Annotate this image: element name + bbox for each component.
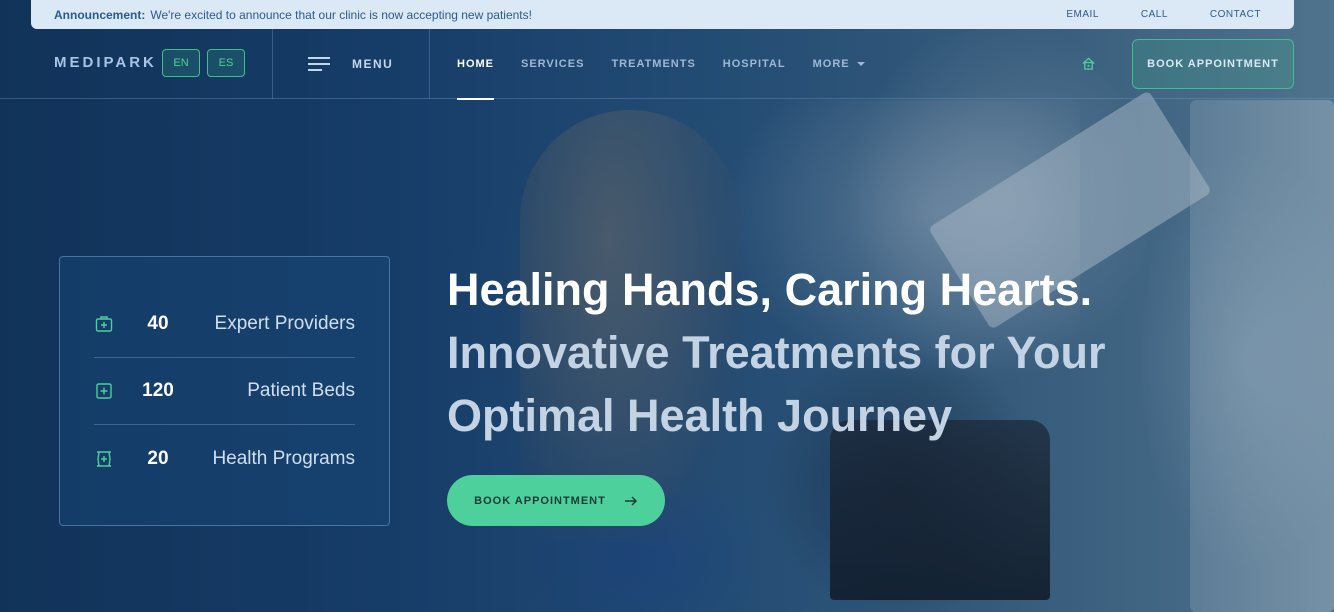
email-link[interactable]: EMAIL (1066, 9, 1099, 20)
announcement-text: We're excited to announce that our clini… (150, 7, 532, 22)
contact-link[interactable]: CONTACT (1210, 9, 1261, 20)
stat-value: 120 (142, 380, 174, 401)
nav-item-more[interactable]: MORE (813, 29, 865, 99)
nav-item-label: MORE (812, 58, 850, 70)
announcement-links: EMAIL CALL CONTACT (1034, 9, 1271, 20)
main-nav: HOME SERVICES TREATMENTS HOSPITAL MORE (457, 29, 892, 100)
header-divider (272, 29, 273, 99)
nav-item-label: HOME (457, 58, 494, 70)
call-link[interactable]: CALL (1141, 9, 1168, 20)
stats-card: 40 Expert Providers 120 Patient Beds 20 … (59, 256, 390, 526)
stat-label: Health Programs (212, 447, 355, 469)
book-appointment-header-button[interactable]: BOOK APPOINTMENT (1132, 39, 1294, 89)
language-es-button[interactable]: ES (207, 49, 245, 77)
stat-value: 20 (147, 447, 169, 469)
nav-item-label: SERVICES (521, 58, 585, 70)
stat-value: 40 (147, 313, 169, 334)
home-icon[interactable] (1082, 57, 1095, 70)
stat-label: Expert Providers (214, 313, 355, 334)
chevron-down-icon (856, 62, 865, 66)
stat-row: 40 Expert Providers (94, 291, 355, 358)
pharmacy-icon (97, 450, 111, 467)
book-appointment-hero-button[interactable]: BOOK APPOINTMENT (447, 475, 665, 526)
stat-row: 120 Patient Beds (94, 358, 355, 425)
hero-heading: Healing Hands, Caring Hearts. Innovative… (447, 258, 1247, 447)
hero-title: Healing Hands, Caring Hearts. (447, 264, 1093, 315)
menu-label: MENU (352, 57, 394, 71)
stat-row: 20 Health Programs (94, 425, 355, 492)
nav-item-label: HOSPITAL (722, 58, 786, 70)
hero-subtitle-line-1: Innovative Treatments for Your (447, 327, 1106, 378)
header-divider (429, 29, 430, 99)
hero-subtitle-line-2: Optimal Health Journey (447, 390, 953, 441)
nav-item-hospital[interactable]: HOSPITAL (723, 29, 786, 99)
nav-item-treatments[interactable]: TREATMENTS (611, 29, 695, 99)
site-header: MEDIPARK EN ES MENU HOME SERVICES TREATM… (0, 29, 1334, 100)
plus-square-icon (96, 383, 112, 399)
language-en-button[interactable]: EN (162, 49, 200, 77)
nav-item-services[interactable]: SERVICES (521, 29, 584, 99)
hero-cta-label: BOOK APPOINTMENT (474, 494, 606, 507)
announcement-bar: Announcement: We're excited to announce … (31, 0, 1294, 29)
medical-kit-icon (95, 316, 113, 332)
nav-item-label: TREATMENTS (611, 58, 696, 70)
nav-item-home[interactable]: HOME (457, 29, 494, 100)
announcement-label: Announcement: (54, 7, 146, 22)
site-logo[interactable]: MEDIPARK (54, 54, 157, 71)
arrow-right-icon (624, 495, 637, 506)
stat-label: Patient Beds (247, 380, 355, 401)
menu-toggle-button[interactable]: MENU (308, 54, 393, 74)
hamburger-icon (308, 57, 330, 71)
